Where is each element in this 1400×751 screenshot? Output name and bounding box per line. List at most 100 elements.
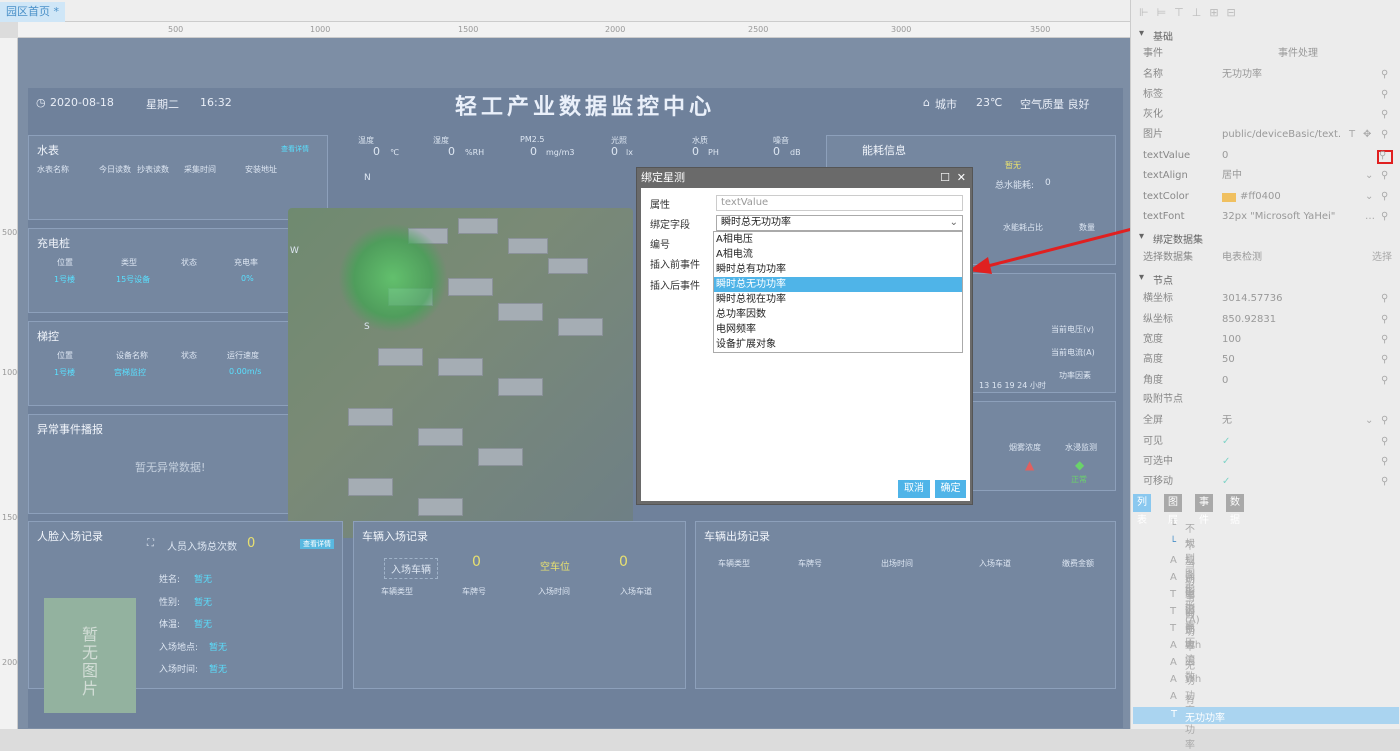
prop-checkbox[interactable]: ✓ — [1222, 452, 1377, 472]
link-icon[interactable]: ⚲ — [1381, 125, 1388, 145]
field-value: 暂无 — [194, 598, 213, 608]
prop-value[interactable]: 50 — [1222, 350, 1377, 370]
bind-field-select[interactable]: 瞬时总无功功率 ⌄ — [716, 215, 963, 231]
link-icon[interactable]: ⚲ — [1381, 105, 1388, 125]
panel-title: 车辆出场记录 — [704, 530, 770, 543]
dashboard-date: 2020-08-18 — [50, 96, 114, 109]
link-icon[interactable]: ⚲ — [1381, 411, 1388, 431]
after-event-label: 插入后事件 — [650, 281, 700, 292]
face-count-value: 0 — [247, 536, 256, 551]
field-dropdown[interactable]: A相电压 A相电流 瞬时总有功功率 瞬时总无功功率 瞬时总视在功率 总功率因数 … — [713, 231, 963, 353]
link-icon[interactable]: ⚲ — [1381, 85, 1388, 105]
text-tool-icon[interactable]: T — [1349, 125, 1355, 145]
tab-layers[interactable]: 图层 — [1164, 494, 1182, 526]
prop-value[interactable]: 0 — [1222, 371, 1377, 391]
link-icon[interactable]: ⚲ — [1381, 472, 1388, 492]
link-icon[interactable]: ⚲ — [1381, 65, 1388, 85]
text-a-icon: A — [1170, 640, 1177, 651]
prop-row-image: 图片 public/deviceBasic/text.js T ✥ ⚲ — [1143, 125, 1393, 145]
compass-north: N — [364, 173, 371, 183]
prop-value[interactable]: 事件处理 — [1278, 44, 1400, 64]
list-item-selected[interactable]: T 无功功率 — [1133, 707, 1399, 724]
select-dataset-button[interactable]: 选择 — [1372, 248, 1392, 268]
field-label: 性别: — [159, 598, 181, 608]
ruler-mark: 500 — [2, 228, 18, 237]
align-toolbar[interactable]: ⊩⊨⊤⊥⊞⊟ — [1139, 6, 1244, 19]
prop-row-tag: 标签 ⚲ — [1143, 85, 1393, 105]
prop-value[interactable]: 3014.57736 — [1222, 289, 1377, 309]
list-item[interactable]: A Wh — [1170, 674, 1201, 685]
link-icon[interactable]: ⚲ — [1381, 371, 1388, 391]
dropdown-option[interactable]: 瞬时总无功功率 — [714, 277, 962, 292]
prop-value[interactable]: 850.92831 — [1222, 310, 1377, 330]
dropdown-option[interactable]: 设备扩展对象 — [714, 337, 962, 352]
cancel-button[interactable]: 取消 — [898, 480, 930, 498]
shape-icon: └ — [1170, 520, 1177, 531]
dropdown-option[interactable]: A相电压 — [714, 232, 962, 247]
prop-label: 事件 — [1143, 48, 1163, 59]
dropdown-option[interactable]: 瞬时总视在功率 — [714, 292, 962, 307]
dashboard-time: 16:32 — [200, 96, 232, 109]
shape-icon: └ — [1170, 537, 1177, 548]
close-icon[interactable]: ✕ — [957, 168, 966, 187]
field-value: 暂无 — [209, 643, 228, 653]
prop-row-y: 纵坐标 850.92831 ⚲ — [1143, 310, 1393, 330]
prop-value[interactable]: 无功功率 — [1222, 65, 1377, 85]
text-a-icon: A — [1170, 657, 1177, 668]
column-header: 车牌号 — [798, 559, 822, 568]
panel-title: 能耗信息 — [862, 144, 906, 157]
prop-value[interactable]: 0 — [1222, 146, 1377, 166]
maximize-icon[interactable]: ☐ — [940, 168, 950, 187]
water-leak-label: 水浸监测 — [1065, 443, 1097, 452]
link-icon[interactable]: ⚲ — [1381, 289, 1388, 309]
tab-garden-home[interactable]: 园区首页 * — [0, 2, 65, 22]
chevron-down-icon[interactable]: ⌄ — [1365, 166, 1373, 186]
prop-value[interactable]: 32px "Microsoft YaHei" — [1222, 207, 1352, 227]
chevron-down-icon[interactable]: ⌄ — [1365, 187, 1373, 207]
link-icon[interactable]: ⚲ — [1381, 187, 1388, 207]
move-icon[interactable]: ✥ — [1363, 125, 1371, 145]
link-icon[interactable]: ⚲ — [1381, 330, 1388, 350]
free-spaces-label: 空车位 — [540, 562, 570, 573]
dropdown-option[interactable]: A相电流 — [714, 247, 962, 262]
column-header: 安装地址 — [245, 165, 277, 174]
prop-value[interactable]: public/deviceBasic/text.js — [1222, 125, 1340, 145]
attr-field[interactable]: textValue — [716, 195, 963, 211]
chevron-down-icon[interactable]: ▾ — [1139, 272, 1144, 283]
tab-title: 园区首页 * — [6, 5, 59, 18]
dropdown-option[interactable]: 总功率因数 — [714, 307, 962, 322]
view-details-button[interactable]: 查看详情 — [300, 539, 334, 549]
column-header: 状态 — [181, 351, 197, 360]
bind-link-icon[interactable]: ⚲ — [1377, 150, 1393, 164]
view-details-link[interactable]: 查看详情 — [281, 144, 309, 154]
prop-checkbox[interactable]: ✓ — [1222, 432, 1377, 452]
tab-events[interactable]: 事件 — [1195, 494, 1213, 526]
link-icon[interactable]: ⚲ — [1381, 207, 1388, 227]
property-panel: ⊩⊨⊤⊥⊞⊟ ▾ 基础 事件 事件处理 名称 无功功率 ⚲ 标签 ⚲ 灰化 ⚲ 图片 pub… — [1130, 0, 1400, 751]
column-header: 入场车道 — [620, 587, 652, 596]
more-icon[interactable]: … — [1365, 207, 1375, 227]
chevron-down-icon[interactable]: ▾ — [1139, 231, 1144, 242]
prop-value[interactable]: 电表检测 — [1222, 248, 1377, 268]
dropdown-option[interactable]: 电网频率 — [714, 322, 962, 337]
column-header: 状态 — [181, 258, 197, 267]
dropdown-option[interactable]: 瞬时总有功功率 — [714, 262, 962, 277]
tab-list[interactable]: 列表 — [1133, 494, 1151, 526]
chevron-down-icon[interactable]: ⌄ — [1365, 411, 1373, 431]
prop-value[interactable]: 无 — [1222, 411, 1377, 431]
ok-button[interactable]: 确定 — [935, 480, 966, 498]
text-a-icon: A — [1170, 555, 1177, 566]
prop-value[interactable]: 100 — [1222, 330, 1377, 350]
link-icon[interactable]: ⚲ — [1381, 166, 1388, 186]
tab-data[interactable]: 数据 — [1226, 494, 1244, 526]
link-icon[interactable]: ⚲ — [1381, 310, 1388, 330]
prop-checkbox[interactable]: ✓ — [1222, 472, 1377, 492]
chevron-down-icon[interactable]: ▾ — [1139, 28, 1144, 39]
list-item[interactable]: A Wh — [1170, 640, 1201, 651]
prop-label: 横坐标 — [1143, 293, 1173, 304]
link-icon[interactable]: ⚲ — [1381, 350, 1388, 370]
link-icon[interactable]: ⚲ — [1381, 432, 1388, 452]
prop-value[interactable]: 居中 — [1222, 166, 1377, 186]
link-icon[interactable]: ⚲ — [1381, 452, 1388, 472]
text-t-icon: T — [1170, 623, 1177, 634]
